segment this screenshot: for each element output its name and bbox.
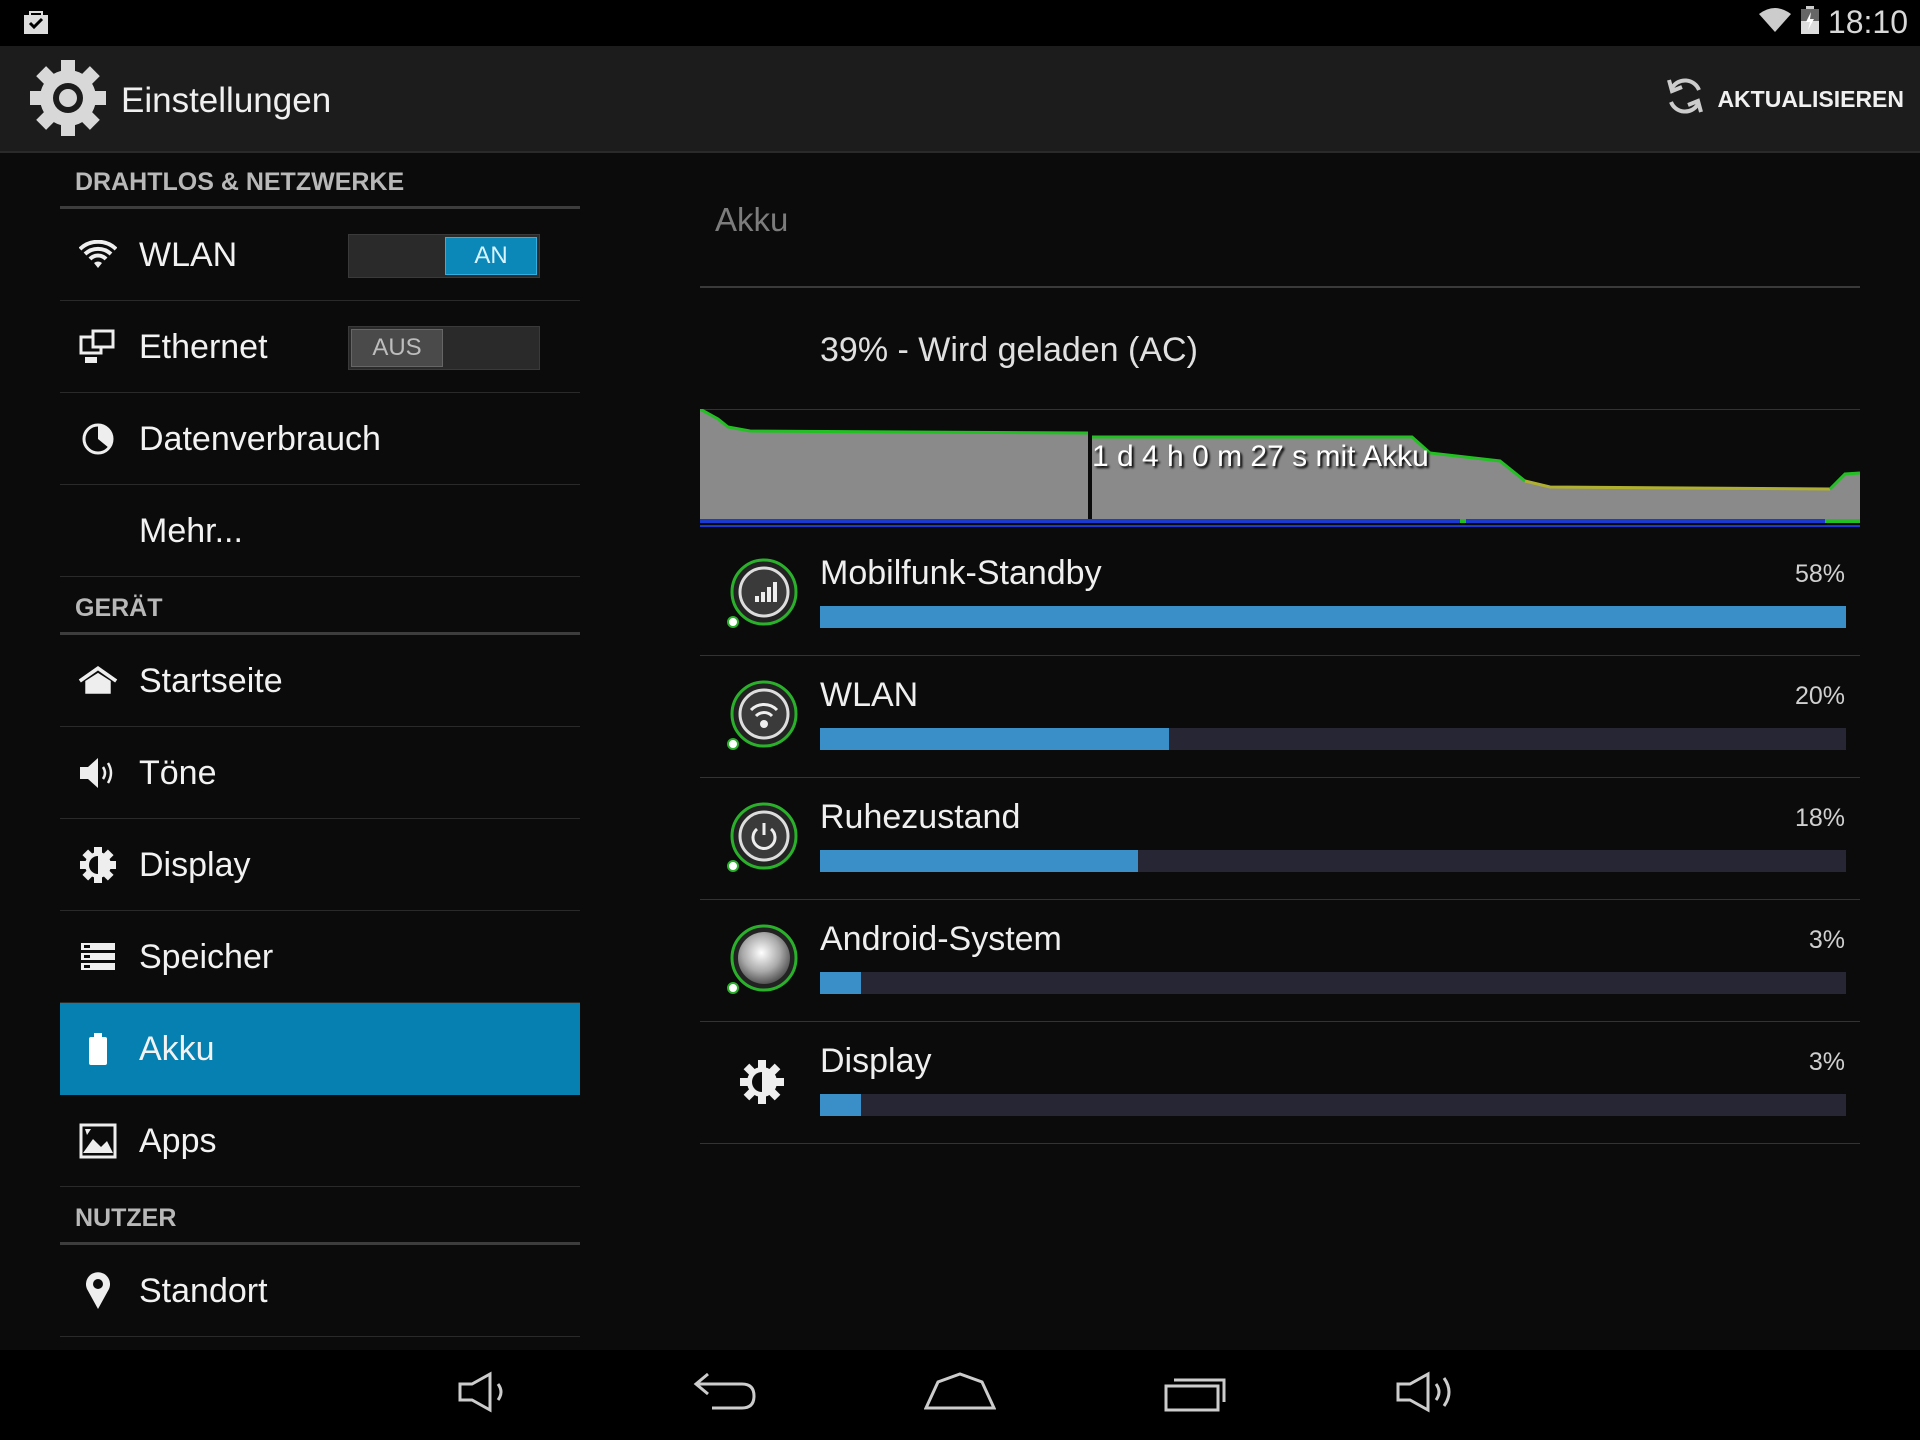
sidebar-item-display[interactable]: Display bbox=[60, 819, 580, 911]
speaker-icon bbox=[78, 755, 118, 791]
sidebar-item-label: WLAN bbox=[139, 236, 238, 274]
sidebar-item-label: Display bbox=[139, 846, 251, 884]
graph-duration-label: 1 d 4 h 0 m 27 s mit Akku bbox=[1092, 440, 1429, 473]
usage-bar bbox=[820, 972, 1846, 994]
brightness-icon bbox=[78, 847, 118, 883]
sidebar-item-ethernet[interactable]: Ethernet AUS bbox=[60, 301, 580, 393]
page-title: Einstellungen bbox=[121, 81, 332, 120]
sidebar-item-apps[interactable]: Apps bbox=[60, 1095, 580, 1187]
volume-down-icon[interactable] bbox=[458, 1370, 518, 1419]
sidebar-item-toene[interactable]: Töne bbox=[60, 727, 580, 819]
usage-bar bbox=[820, 728, 1846, 750]
wifi-icon bbox=[78, 237, 118, 273]
usage-bar-fill bbox=[820, 1094, 862, 1116]
usage-bar bbox=[820, 606, 1846, 628]
usage-row[interactable]: Android-System 3% bbox=[700, 900, 1860, 1022]
usage-bar-fill bbox=[820, 972, 862, 994]
clock: 18:10 bbox=[1827, 4, 1908, 40]
sidebar-item-mehr[interactable]: Mehr... bbox=[60, 485, 580, 577]
sidebar-item-label: Ethernet bbox=[139, 328, 268, 366]
sidebar-item-standort[interactable]: Standort bbox=[60, 1245, 580, 1337]
status-bar: 18:10 bbox=[0, 0, 1920, 46]
battery-status: 39% - Wird geladen (AC) bbox=[820, 331, 1198, 369]
usage-row[interactable]: Mobilfunk-Standby 58% bbox=[700, 534, 1860, 656]
sidebar-item-label: Startseite bbox=[139, 662, 283, 700]
ethernet-toggle[interactable]: AUS bbox=[348, 326, 540, 370]
section-header-wireless: DRAHTLOS & NETZWERKE bbox=[60, 151, 580, 209]
usage-percent: 3% bbox=[1808, 926, 1845, 954]
sidebar-item-label: Datenverbrauch bbox=[139, 420, 381, 458]
home-icon[interactable] bbox=[923, 1370, 997, 1419]
volume-up-icon[interactable] bbox=[1396, 1370, 1460, 1419]
usage-bar bbox=[820, 850, 1846, 872]
storage-icon bbox=[78, 939, 118, 975]
usage-percent: 58% bbox=[1794, 560, 1845, 588]
action-bar: Einstellungen AKTUALISIEREN bbox=[0, 46, 1920, 153]
usage-row[interactable]: Ruhezustand 18% bbox=[700, 778, 1860, 900]
section-header-user: NUTZER bbox=[60, 1187, 580, 1245]
apps-icon bbox=[78, 1123, 118, 1159]
panel-heading: Akku bbox=[715, 201, 789, 238]
section-header-device: GERÄT bbox=[60, 577, 580, 635]
wifi-icon bbox=[1758, 6, 1792, 39]
refresh-label: AKTUALISIEREN bbox=[1717, 85, 1904, 112]
toggle-state: AN bbox=[445, 237, 537, 275]
ethernet-icon bbox=[78, 329, 118, 365]
divider bbox=[700, 286, 1860, 288]
refresh-icon bbox=[1663, 74, 1707, 124]
toggle-state: AUS bbox=[351, 329, 443, 367]
back-icon[interactable] bbox=[692, 1370, 758, 1419]
refresh-button[interactable]: AKTUALISIEREN bbox=[1663, 74, 1904, 124]
sidebar-item-label: Akku bbox=[139, 1030, 215, 1068]
usage-row[interactable]: WLAN 20% bbox=[700, 656, 1860, 778]
wifi-icon bbox=[722, 676, 802, 756]
usage-name: Mobilfunk-Standby bbox=[820, 554, 1102, 592]
brightness-icon bbox=[722, 1042, 802, 1122]
location-pin-icon bbox=[78, 1272, 118, 1309]
usage-bar-fill bbox=[820, 728, 1169, 750]
usage-percent: 20% bbox=[1794, 682, 1845, 710]
sidebar-item-datenverbrauch[interactable]: Datenverbrauch bbox=[60, 393, 580, 485]
sidebar-item-label: Apps bbox=[139, 1122, 217, 1160]
sidebar-item-label: Standort bbox=[139, 1272, 268, 1310]
recents-icon[interactable] bbox=[1162, 1370, 1230, 1419]
wlan-toggle[interactable]: AN bbox=[348, 234, 540, 278]
usage-percent: 3% bbox=[1808, 1048, 1845, 1076]
cell-signal-icon bbox=[722, 554, 802, 634]
sidebar-item-wlan[interactable]: WLAN AN bbox=[60, 209, 580, 301]
sidebar-item-startseite[interactable]: Startseite bbox=[60, 635, 580, 727]
usage-bar bbox=[820, 1094, 1846, 1116]
android-system-icon bbox=[722, 920, 802, 1000]
power-icon bbox=[722, 798, 802, 878]
usage-name: Android-System bbox=[820, 920, 1062, 958]
notification-bag-icon[interactable] bbox=[22, 8, 50, 41]
battery-icon bbox=[78, 1031, 118, 1067]
usage-bar-fill bbox=[820, 606, 1846, 628]
navigation-bar bbox=[0, 1350, 1920, 1440]
settings-sidebar: DRAHTLOS & NETZWERKE WLAN AN Ethernet AU… bbox=[60, 151, 580, 1337]
sidebar-item-akku[interactable]: Akku bbox=[60, 1003, 580, 1095]
sidebar-item-label: Mehr... bbox=[139, 512, 243, 550]
usage-name: WLAN bbox=[820, 676, 919, 714]
usage-name: Display bbox=[820, 1042, 932, 1080]
usage-row[interactable]: Display 3% bbox=[700, 1022, 1860, 1144]
settings-gear-icon[interactable] bbox=[26, 56, 110, 145]
usage-percent: 18% bbox=[1794, 804, 1845, 832]
usage-bar-fill bbox=[820, 850, 1139, 872]
usage-name: Ruhezustand bbox=[820, 798, 1021, 836]
sidebar-item-label: Speicher bbox=[139, 938, 274, 976]
data-usage-icon bbox=[78, 421, 118, 457]
sidebar-item-speicher[interactable]: Speicher bbox=[60, 911, 580, 1003]
battery-charging-icon bbox=[1800, 5, 1820, 40]
sidebar-item-label: Töne bbox=[139, 754, 217, 792]
home-icon bbox=[78, 663, 118, 699]
